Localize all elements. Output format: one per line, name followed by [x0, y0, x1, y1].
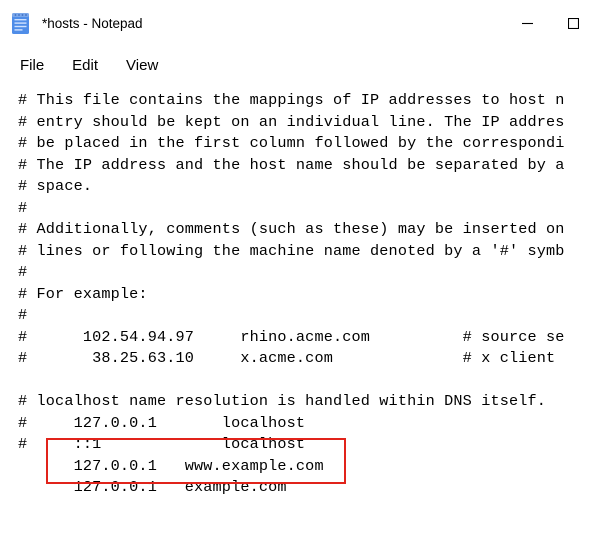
menu-edit[interactable]: Edit	[58, 51, 112, 80]
menubar: File Edit View	[0, 48, 600, 82]
menu-file[interactable]: File	[6, 51, 58, 80]
window-title: *hosts - Notepad	[42, 16, 143, 31]
titlebar: *hosts - Notepad	[0, 0, 600, 46]
editor-area[interactable]: # This file contains the mappings of IP …	[0, 82, 600, 499]
minimize-button[interactable]	[504, 0, 550, 46]
notepad-app-icon	[12, 12, 30, 34]
maximize-button[interactable]	[550, 0, 596, 46]
menu-view[interactable]: View	[112, 51, 172, 80]
editor-content[interactable]: # This file contains the mappings of IP …	[0, 90, 600, 499]
